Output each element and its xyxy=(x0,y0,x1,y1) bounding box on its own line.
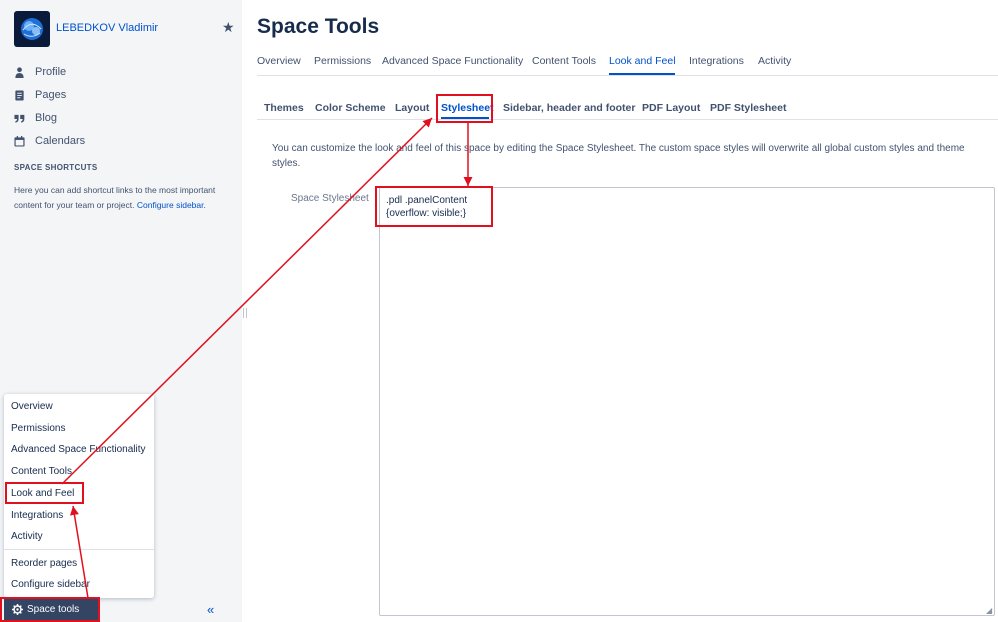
annotation-arrows xyxy=(61,117,473,599)
arrow-to-look-and-feel xyxy=(70,505,89,599)
arrow-to-stylesheet-tab xyxy=(61,117,433,485)
